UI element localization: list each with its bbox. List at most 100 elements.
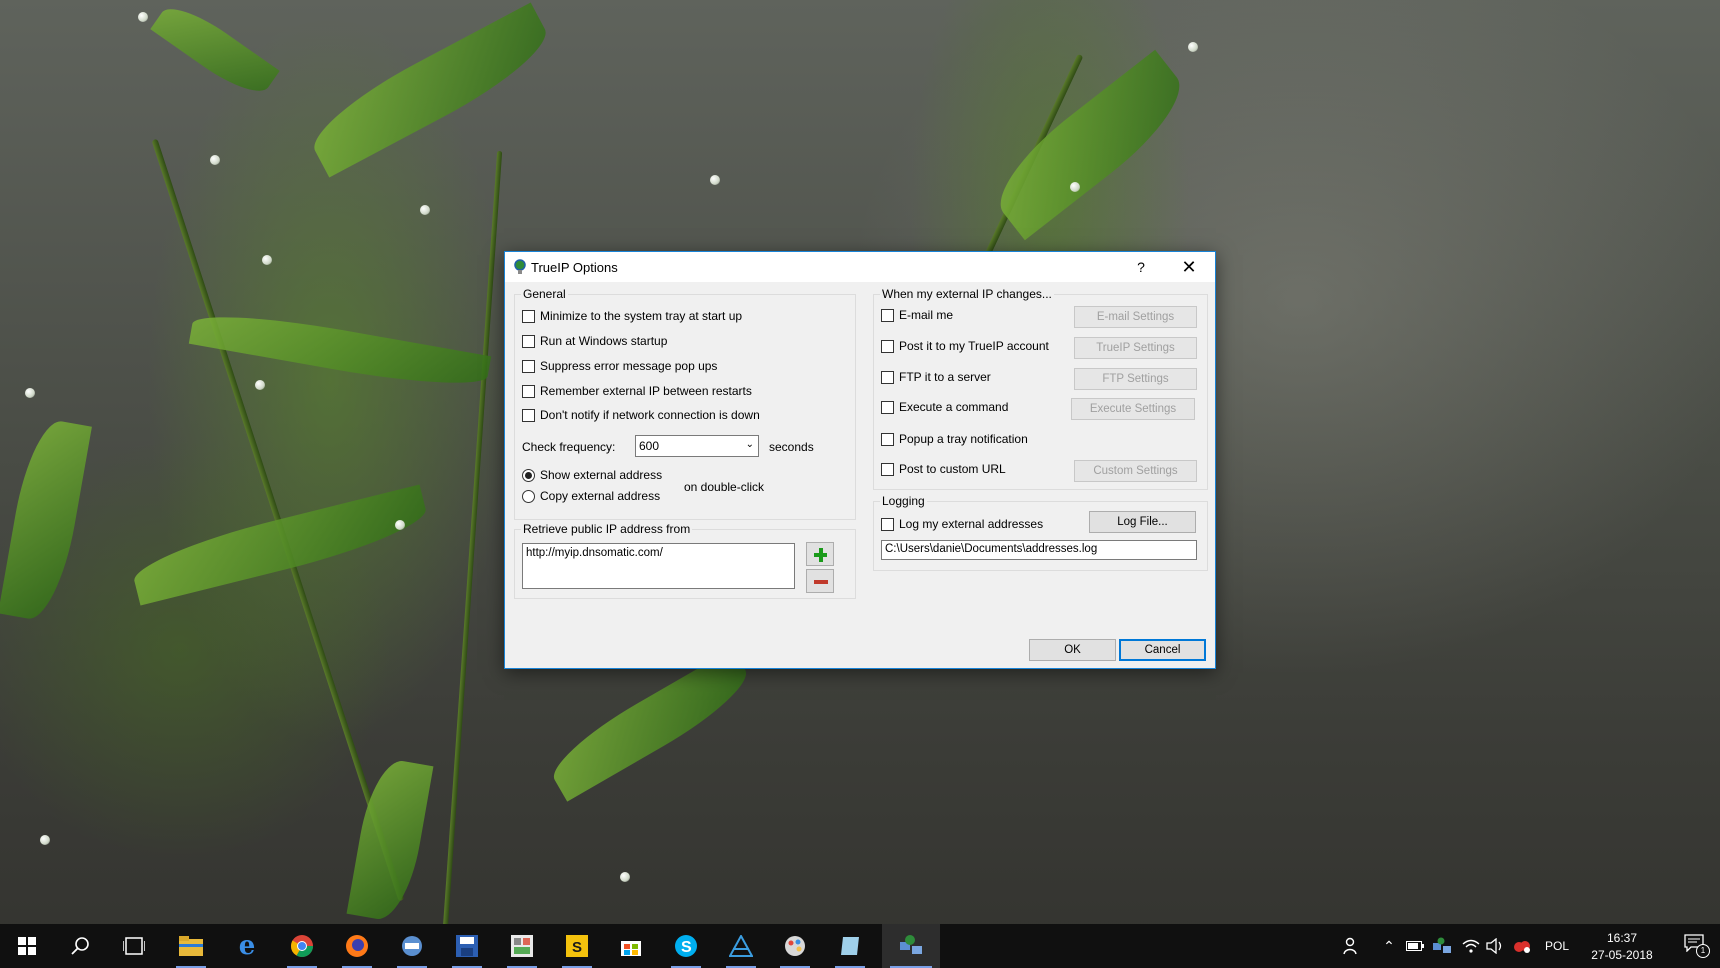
trueip-settings-button[interactable]: TrueIP Settings <box>1074 337 1197 359</box>
firefox-icon <box>346 935 368 957</box>
general-legend: General <box>521 287 568 301</box>
windows-start-icon <box>18 937 36 955</box>
checkbox-box[interactable] <box>881 308 894 322</box>
tray-notification-checkbox[interactable]: Popup a tray notification <box>881 432 1028 446</box>
radio-button[interactable] <box>522 468 535 482</box>
logging-legend: Logging <box>880 494 927 508</box>
task-view-button[interactable] <box>111 924 157 968</box>
checkbox-box[interactable] <box>522 359 535 373</box>
people-icon <box>1343 937 1357 955</box>
retrieve-legend: Retrieve public IP address from <box>521 522 693 536</box>
email-settings-button[interactable]: E-mail Settings <box>1074 306 1197 328</box>
clock-date: 27-05-2018 <box>1591 948 1653 962</box>
radio-label: Copy external address <box>540 489 661 503</box>
chevron-down-icon: ⌄ <box>745 439 754 450</box>
taskbar-app-6[interactable] <box>827 924 873 968</box>
wifi-icon <box>1462 939 1480 953</box>
taskbar: e S S ⌃ POL 16:37 27-05-2018 1 <box>0 924 1720 968</box>
email-me-checkbox[interactable]: E-mail me <box>881 308 953 322</box>
seconds-label: seconds <box>769 440 814 454</box>
dont-notify-checkbox[interactable]: Don't notify if network connection is do… <box>522 408 760 422</box>
volume-tray[interactable] <box>1484 924 1506 968</box>
add-source-button[interactable] <box>806 542 834 566</box>
radio-button[interactable] <box>522 489 535 503</box>
checkbox-box[interactable] <box>522 309 535 323</box>
execute-settings-button[interactable]: Execute Settings <box>1071 398 1195 420</box>
minimize-tray-checkbox[interactable]: Minimize to the system tray at start up <box>522 309 742 323</box>
checkbox-label: Minimize to the system tray at start up <box>540 309 743 323</box>
ip-changes-legend: When my external IP changes... <box>880 287 1054 301</box>
checkbox-label: Remember external IP between restarts <box>540 384 752 398</box>
checkbox-box[interactable] <box>522 384 535 398</box>
custom-settings-button[interactable]: Custom Settings <box>1074 460 1197 482</box>
checkbox-box[interactable] <box>881 339 894 353</box>
log-file-button[interactable]: Log File... <box>1089 511 1196 533</box>
search-button[interactable] <box>57 924 103 968</box>
ftp-server-checkbox[interactable]: FTP it to a server <box>881 370 991 384</box>
help-button[interactable]: ? <box>1131 257 1151 277</box>
checkbox-label: E-mail me <box>899 308 954 322</box>
ip-source-list[interactable]: http://myip.dnsomatic.com/ <box>522 543 795 589</box>
taskbar-clock[interactable]: 16:37 27-05-2018 <box>1582 930 1662 964</box>
log-path-field[interactable]: C:\Users\danie\Documents\addresses.log <box>881 540 1197 560</box>
taskbar-save-app[interactable] <box>444 924 490 968</box>
remember-ip-checkbox[interactable]: Remember external IP between restarts <box>522 384 752 398</box>
checkbox-box[interactable] <box>881 462 894 476</box>
taskbar-store[interactable] <box>608 924 654 968</box>
checkbox-label: Log my external addresses <box>899 517 1044 531</box>
checkbox-label: Don't notify if network connection is do… <box>540 408 760 422</box>
taskbar-app-4[interactable] <box>718 924 764 968</box>
action-center-button[interactable]: 1 <box>1684 934 1710 958</box>
custom-url-checkbox[interactable]: Post to custom URL <box>881 462 1006 476</box>
chrome-icon <box>291 935 313 957</box>
close-button[interactable]: ✕ <box>1179 257 1199 277</box>
floppy-disk-icon <box>456 935 478 957</box>
suppress-errors-checkbox[interactable]: Suppress error message pop ups <box>522 359 717 373</box>
app-tray[interactable] <box>1510 924 1534 968</box>
taskbar-trueip[interactable] <box>882 924 940 968</box>
taskbar-file-explorer[interactable] <box>168 924 214 968</box>
check-frequency-select[interactable]: 600 ⌄ <box>635 435 759 457</box>
ftp-settings-button[interactable]: FTP Settings <box>1074 368 1197 390</box>
battery-tray[interactable] <box>1404 924 1426 968</box>
log-addresses-checkbox[interactable]: Log my external addresses <box>881 517 1043 531</box>
checkbox-label: Execute a command <box>899 400 1009 414</box>
taskbar-app-1[interactable] <box>389 924 435 968</box>
checkbox-label: Suppress error message pop ups <box>540 359 718 373</box>
battery-icon <box>1406 941 1424 951</box>
trueip-tray[interactable] <box>1430 924 1454 968</box>
ok-button[interactable]: OK <box>1029 639 1116 661</box>
execute-command-checkbox[interactable]: Execute a command <box>881 400 1008 414</box>
show-external-radio[interactable]: Show external address <box>522 468 662 482</box>
checkbox-box[interactable] <box>881 517 894 531</box>
people-tray[interactable] <box>1338 924 1364 968</box>
trueip-app-icon <box>514 259 526 274</box>
show-hidden-icons[interactable]: ⌃ <box>1378 924 1400 968</box>
taskbar-app-2[interactable] <box>499 924 545 968</box>
taskbar-edge[interactable]: e <box>224 924 270 968</box>
copy-external-radio[interactable]: Copy external address <box>522 489 660 503</box>
checkbox-box[interactable] <box>881 432 894 446</box>
taskbar-chrome[interactable] <box>279 924 325 968</box>
run-at-startup-checkbox[interactable]: Run at Windows startup <box>522 334 667 348</box>
checkbox-box[interactable] <box>522 334 535 348</box>
radio-label: Show external address <box>540 468 663 482</box>
title-bar[interactable]: TrueIP Options ? ✕ <box>505 252 1215 282</box>
checkbox-box[interactable] <box>522 408 535 422</box>
task-view-icon <box>123 937 145 955</box>
checkbox-box[interactable] <box>881 370 894 384</box>
chevron-up-icon: ⌃ <box>1383 937 1395 954</box>
taskbar-skype[interactable]: S <box>663 924 709 968</box>
start-button[interactable] <box>4 924 50 968</box>
taskbar-firefox[interactable] <box>334 924 380 968</box>
app-icon-3: S <box>566 935 588 957</box>
cancel-button[interactable]: Cancel <box>1119 639 1206 661</box>
checkbox-box[interactable] <box>881 400 894 414</box>
taskbar-app-3[interactable]: S <box>554 924 600 968</box>
taskbar-app-5[interactable] <box>772 924 818 968</box>
check-frequency-value: 600 <box>639 439 660 453</box>
wifi-tray[interactable] <box>1460 924 1482 968</box>
language-indicator[interactable]: POL <box>1538 924 1576 968</box>
remove-source-button[interactable] <box>806 569 834 593</box>
post-trueip-checkbox[interactable]: Post it to my TrueIP account <box>881 339 1049 353</box>
